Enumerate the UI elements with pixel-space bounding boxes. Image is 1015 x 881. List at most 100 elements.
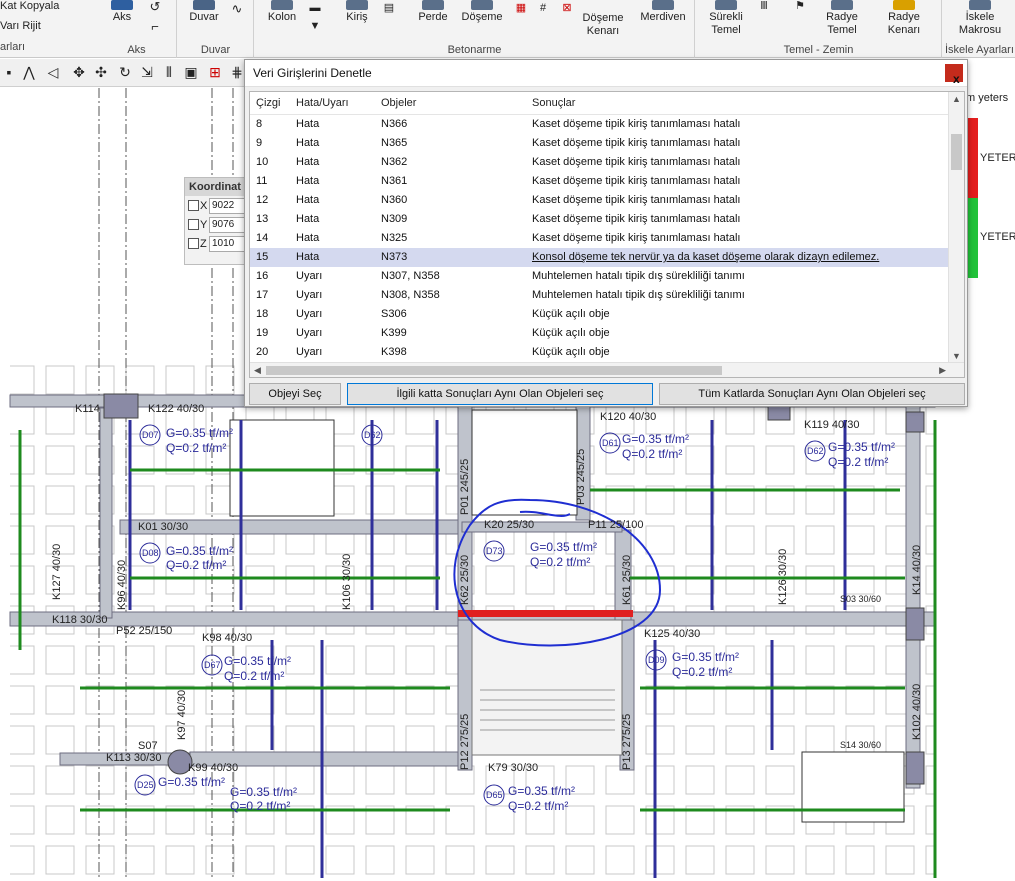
row-objects: N361 [381,175,408,187]
copy-move-icon[interactable]: ✣ [92,63,110,81]
duvar-button[interactable]: Duvar [184,0,224,24]
rotate-icon[interactable]: ↻ [116,63,134,81]
scroll-right-icon[interactable]: ▶ [939,365,946,376]
svg-text:G=0.35 tf/m²: G=0.35 tf/m² [224,654,291,668]
table-row[interactable]: 9 Hata N365 Kaset döşeme tipik kiriş tanıml… [250,134,964,153]
move-icon[interactable]: ✥ [70,63,88,81]
select-all-floors-button[interactable]: Tüm Katlarda Sonuçları Aynı Olan Objeler… [659,383,965,405]
radye-temel-button[interactable]: Radye Temel [816,0,868,37]
vertical-scrollbar[interactable]: ▲ ▼ [948,92,964,363]
row-result: Kaset döşeme tipik kiriş tanımlaması hat… [532,118,741,130]
raft-edge-icon [893,0,915,10]
kolon-button[interactable]: Kolon [263,0,301,24]
vertical-scroll-thumb[interactable] [951,134,962,170]
table-row[interactable]: 14 Hata N325 Kaset döşeme tipik kiriş tanım… [250,229,964,248]
betonarme-group: Kolon ▬ ▼ Kiriş ▤ Perde Döşeme ▦ # ⊠ Döş… [255,0,695,58]
slab-mark-icon[interactable]: ⊠ [559,2,575,15]
col-header-objects[interactable]: Objeler [381,97,416,109]
svg-text:G=0.35 tf/m²: G=0.35 tf/m² [166,544,233,558]
perde-label: Perde [418,11,448,23]
row-line: 14 [256,232,269,244]
svg-text:K118 30/30: K118 30/30 [52,614,107,626]
snap-icon[interactable]: ▪ [0,63,18,81]
wall-curve-icon[interactable]: ∿ [228,2,246,15]
svg-text:G=0.35 tf/m²: G=0.35 tf/m² [230,785,297,799]
coord-y-checkbox[interactable] [188,219,199,230]
explode-icon[interactable]: ⊞ [206,63,224,81]
slab-grid-icon[interactable]: ▦ [513,2,529,15]
row-objects: N307, N358 [381,270,440,282]
beam-type-icon[interactable]: ▤ [381,2,397,15]
horizontal-scroll-thumb[interactable] [266,366,722,375]
footing-edit-icon[interactable]: ⚑ [792,0,808,13]
coord-x-checkbox[interactable] [188,200,199,211]
col-header-results[interactable]: Sonuçlar [532,97,575,109]
merdiven-button[interactable]: Merdiven [635,0,691,24]
dialog-titlebar[interactable]: Veri Girişlerini Denetle x [245,60,967,87]
row-result: Kaset döşeme tipik kiriş tanımlaması hat… [532,194,741,206]
table-row[interactable]: 8 Hata N366 Kaset döşeme tipik kiriş tanıml… [250,115,964,134]
svg-text:K127 40/30: K127 40/30 [51,544,63,600]
col-header-type[interactable]: Hata/Uyarı [296,97,349,109]
svg-text:Q=0.2 tf/m²: Q=0.2 tf/m² [166,441,226,455]
scroll-down-icon[interactable]: ▼ [952,351,961,361]
row-type: Hata [296,251,320,263]
results-list[interactable]: Çizgi Hata/Uyarı Objeler Sonuçlar 8 Hata N… [249,91,965,378]
footing-type-icon[interactable]: Ⅲ [754,0,774,13]
table-row[interactable]: 19 Uyarı K399 Küçük açılı obje [250,324,964,343]
temel-zemin-group: Sürekli Temel Ⅲ ⚑ Radye Temel Radye Kena… [696,0,942,58]
coord-z-field[interactable]: 1010 [209,235,245,252]
coord-z-checkbox[interactable] [188,238,199,249]
array-icon[interactable]: ▣ [182,63,200,81]
row-type: Hata [296,213,320,225]
table-row[interactable]: 11 Hata N361 Kaset döşeme tipik kiriş tanım… [250,172,964,191]
svg-text:S03 30/60: S03 30/60 [840,594,881,604]
table-row[interactable]: 13 Hata N309 Kaset döşeme tipik kiriş tanım… [250,210,964,229]
table-row[interactable]: 10 Hata N362 Kaset döşeme tipik kiriş tanım… [250,153,964,172]
coord-y-field[interactable]: 9076 [209,216,245,233]
coord-x-field[interactable]: 9022 [209,197,245,214]
scroll-left-icon[interactable]: ◀ [254,365,261,376]
table-row[interactable]: 12 Hata N360 Kaset döşeme tipik kiriş tanım… [250,191,964,210]
row-type: Hata [296,175,320,187]
scroll-up-icon[interactable]: ▲ [952,94,961,104]
table-row[interactable]: 15 Hata N373 Konsol döşeme tek nervür ya da… [250,248,964,267]
aks-button[interactable]: Aks [105,0,139,24]
radye-kenari-button[interactable]: Radye Kenarı [872,0,936,37]
svg-text:K20 25/30: K20 25/30 [484,519,534,531]
select-object-button[interactable]: Objeyi Seç [249,383,341,405]
table-row[interactable]: 16 Uyarı N307, N358 Muhtelemen hatalı tipik… [250,267,964,286]
scale-icon[interactable]: ⇲ [138,63,156,81]
row-type: Hata [296,118,320,130]
var-rijit-button[interactable]: Varı Rijit [0,20,41,32]
close-button[interactable]: x [945,64,963,86]
surekli-temel-label: Sürekli Temel [709,11,743,36]
doseme-kenari-button[interactable]: Döşeme Kenarı [581,0,633,38]
svg-text:G=0.35 tf/m²: G=0.35 tf/m² [622,432,689,446]
angle-icon[interactable]: ◁ [44,63,62,81]
iskele-makrosu-button[interactable]: İskele Makrosu [947,0,1013,37]
kiris-button[interactable]: Kiriş [339,0,375,24]
slab-hatch-icon[interactable]: # [535,2,551,15]
perde-button[interactable]: Perde [413,0,453,24]
surekli-temel-button[interactable]: Sürekli Temel [700,0,752,37]
table-row[interactable]: 20 Uyarı K398 Küçük açılı obje [250,343,964,362]
mirror-icon[interactable]: ⫴ [160,63,178,81]
table-row[interactable]: 18 Uyarı S306 Küçük açılı obje [250,305,964,324]
horizontal-scrollbar[interactable]: ◀ ▶ [250,362,964,377]
svg-text:K96 40/30: K96 40/30 [116,560,128,610]
select-same-floor-button[interactable]: İlgili katta Sonuçları Aynı Olan Objeler… [347,383,653,405]
doseme-button[interactable]: Döşeme [459,0,505,24]
aks-more-icon[interactable]: ⌐ [147,20,163,33]
col-header-line[interactable]: Çizgi [256,97,280,109]
svg-text:G=0.35 tf/m²: G=0.35 tf/m² [672,650,739,664]
beam-icon [346,0,368,10]
coordinate-panel: Koordinat X 9022 Y 9076 Z 1010 [184,177,246,265]
aks-edit-icon[interactable]: ↺ [147,0,163,13]
column-type-icon[interactable]: ▬ [307,2,323,15]
column-edit-icon[interactable]: ▼ [307,20,323,33]
triangle-icon[interactable]: ⋀ [20,63,38,81]
table-row[interactable]: 17 Uyarı N308, N358 Muhtelemen hatalı tipik… [250,286,964,305]
kat-kopyala-button[interactable]: Kat Kopyala [0,0,59,12]
status-label-1: YETER [980,152,1015,164]
